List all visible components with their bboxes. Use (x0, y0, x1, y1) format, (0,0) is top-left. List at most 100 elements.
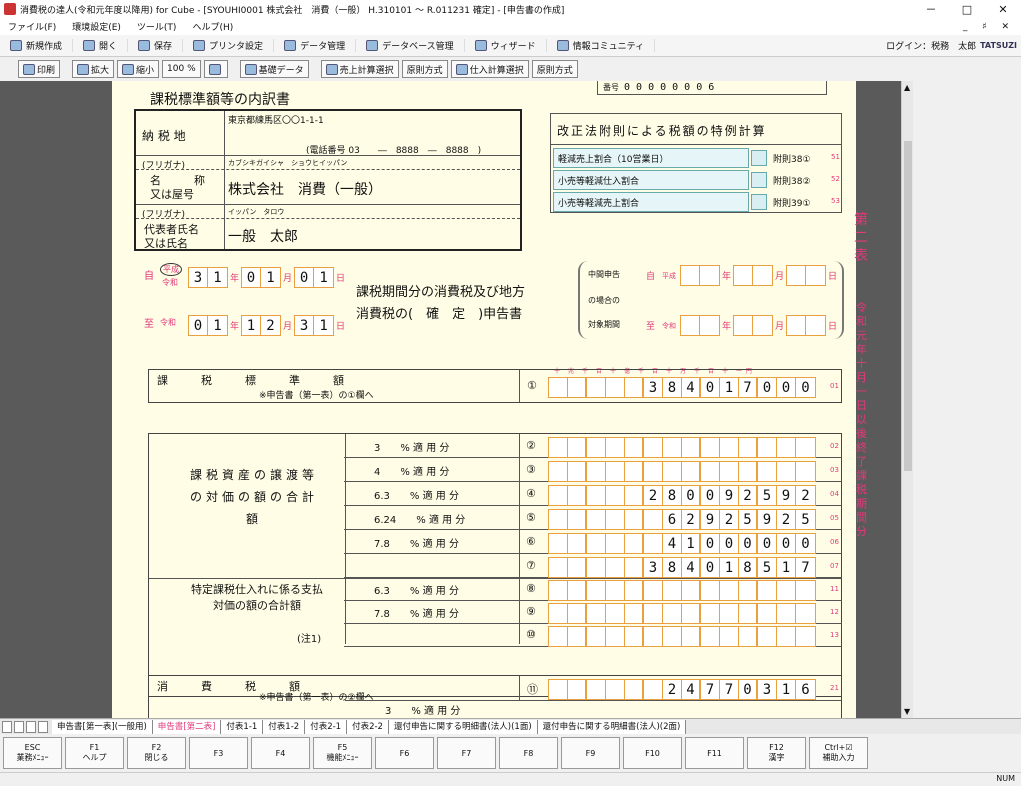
taxable-base-amount[interactable]: 384017000 (548, 377, 816, 398)
special-row-checkbox[interactable] (751, 194, 767, 210)
amount-digit[interactable] (644, 680, 663, 699)
amount-digit[interactable] (739, 604, 758, 623)
amount-digit[interactable] (739, 462, 758, 481)
amount-digit[interactable]: 8 (739, 558, 758, 577)
company-kana-field[interactable]: カブシキガイシャ ショウヒイッパン (228, 158, 347, 168)
amount-digit[interactable] (701, 462, 720, 481)
purchase-method-button[interactable]: 原則方式 (531, 60, 578, 78)
scroll-thumb[interactable] (904, 141, 912, 471)
amount-digit[interactable] (758, 581, 777, 600)
amount-digit[interactable]: 7 (701, 680, 720, 699)
amount-digit[interactable]: 1 (777, 558, 796, 577)
tab-form2[interactable]: 申告書[第二表] (152, 719, 222, 734)
amount-digit[interactable] (777, 462, 796, 481)
amount-digit[interactable] (644, 462, 663, 481)
amount-digit[interactable]: 9 (758, 510, 777, 529)
printer-settings-button[interactable]: プリンタ設定 (183, 39, 275, 52)
address-field[interactable]: 東京都練馬区〇〇1-1-1 (228, 113, 324, 126)
amount-digit[interactable] (568, 604, 587, 623)
save-button[interactable]: 保存 (128, 39, 184, 52)
fkey-esc[interactable]: ESC 業務ﾒﾆｭｰ (3, 737, 62, 769)
amount-digit[interactable] (587, 604, 606, 623)
amount-digit[interactable] (587, 510, 606, 529)
amount-digit[interactable] (587, 627, 606, 646)
amount-digit[interactable] (796, 627, 815, 646)
amount-digit[interactable] (644, 627, 663, 646)
amount-digit[interactable] (701, 438, 720, 457)
amount-digit[interactable] (720, 604, 739, 623)
asset-amount-4[interactable]: 62925925 (548, 509, 816, 530)
amount-digit[interactable]: 2 (796, 486, 815, 505)
amount-digit[interactable] (606, 581, 625, 600)
amount-digit[interactable]: 0 (796, 378, 815, 397)
amount-digit[interactable] (568, 558, 587, 577)
amount-digit[interactable] (720, 462, 739, 481)
amount-digit[interactable]: 4 (682, 378, 701, 397)
amount-digit[interactable] (606, 558, 625, 577)
date-digit[interactable] (681, 316, 700, 335)
amount-digit[interactable] (644, 604, 663, 623)
amount-digit[interactable]: 4 (682, 558, 701, 577)
amount-digit[interactable]: 0 (701, 558, 720, 577)
date-digit[interactable]: 2 (261, 316, 281, 335)
amount-digit[interactable] (796, 438, 815, 457)
amount-digit[interactable] (606, 534, 625, 553)
amount-digit[interactable] (644, 534, 663, 553)
amount-digit[interactable] (644, 510, 663, 529)
fkey-f4[interactable]: F4 (251, 737, 310, 769)
amount-digit[interactable] (777, 581, 796, 600)
amount-digit[interactable]: 0 (758, 378, 777, 397)
amount-digit[interactable] (777, 627, 796, 646)
consumption-tax-amount[interactable]: 24770316 (548, 679, 816, 700)
data-management-button[interactable]: データ管理 (274, 39, 357, 52)
date-digit[interactable]: 0 (242, 268, 262, 287)
amount-digit[interactable]: 1 (777, 680, 796, 699)
amount-digit[interactable] (739, 627, 758, 646)
amount-digit[interactable]: 2 (644, 486, 663, 505)
amount-digit[interactable] (758, 604, 777, 623)
amount-digit[interactable]: 6 (663, 510, 682, 529)
amount-digit[interactable] (682, 604, 701, 623)
amount-digit[interactable]: 0 (739, 680, 758, 699)
scroll-down-icon[interactable]: ▼ (904, 707, 910, 716)
amount-digit[interactable]: 2 (720, 510, 739, 529)
date-digit[interactable]: 1 (261, 268, 281, 287)
amount-digit[interactable] (663, 438, 682, 457)
amount-digit[interactable] (625, 558, 644, 577)
amount-digit[interactable] (625, 680, 644, 699)
amount-digit[interactable] (587, 378, 606, 397)
minimize-button[interactable]: － (913, 1, 949, 17)
amount-digit[interactable] (796, 604, 815, 623)
amount-digit[interactable] (587, 534, 606, 553)
amount-digit[interactable]: 4 (682, 680, 701, 699)
special-row-checkbox[interactable] (751, 172, 767, 188)
menu-file[interactable]: ファイル(F) (0, 20, 64, 33)
amount-digit[interactable]: 0 (701, 534, 720, 553)
amount-digit[interactable] (549, 510, 568, 529)
to-date[interactable]: 01年12月31日 (188, 315, 345, 336)
specified-purchase-amount-3[interactable] (548, 626, 816, 647)
date-digit[interactable] (753, 266, 773, 285)
open-button[interactable]: 開く (73, 39, 129, 52)
amount-digit[interactable] (606, 604, 625, 623)
tab-next-icon[interactable] (26, 720, 36, 733)
specified-purchase-amount-1[interactable] (548, 580, 816, 601)
amount-digit[interactable] (625, 581, 644, 600)
menu-help[interactable]: ヘルプ(H) (184, 20, 241, 33)
purchase-calc-select-button[interactable]: 仕入計算選択 (450, 60, 529, 78)
amount-digit[interactable]: 2 (682, 510, 701, 529)
date-digit[interactable]: 1 (314, 316, 334, 335)
amount-digit[interactable] (682, 581, 701, 600)
amount-digit[interactable] (549, 604, 568, 623)
fkey-f7[interactable]: F7 (437, 737, 496, 769)
amount-digit[interactable] (625, 378, 644, 397)
amount-digit[interactable] (701, 604, 720, 623)
amount-digit[interactable] (568, 627, 587, 646)
special-row-checkbox[interactable] (751, 150, 767, 166)
amount-digit[interactable] (568, 462, 587, 481)
amount-digit[interactable]: 2 (663, 680, 682, 699)
tab-schedule2-1[interactable]: 付表2-1 (305, 719, 348, 734)
amount-digit[interactable]: 3 (644, 378, 663, 397)
from-date[interactable]: 31年01月01日 (188, 267, 345, 288)
amount-digit[interactable] (682, 627, 701, 646)
